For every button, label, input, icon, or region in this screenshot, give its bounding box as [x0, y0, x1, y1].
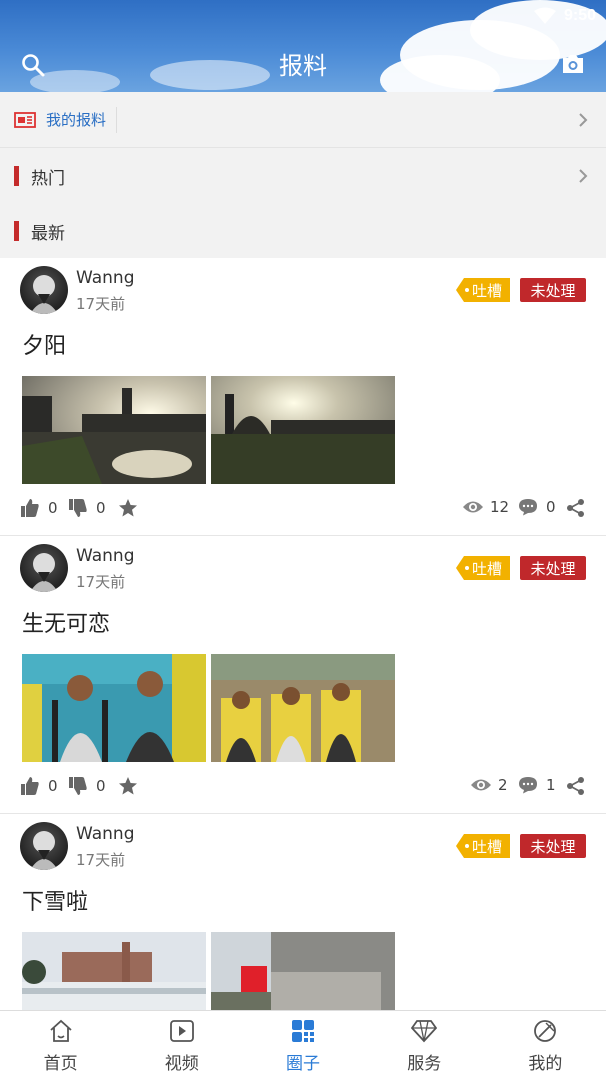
share-button[interactable] — [566, 776, 586, 796]
username: Wanng — [76, 268, 135, 288]
avatar[interactable] — [20, 544, 68, 592]
view-count: 2 — [470, 776, 508, 794]
hot-row[interactable]: 热门 — [0, 148, 606, 204]
my-reports-label: 我的报料 — [46, 111, 107, 129]
chevron-right-icon — [579, 112, 588, 127]
dislike-button[interactable]: 0 — [68, 498, 106, 518]
post-image[interactable] — [22, 376, 206, 484]
post-card[interactable]: Wanng 17天前 吐槽 未处理 夕阳 0 0 12 0 — [0, 258, 606, 536]
comment-button[interactable]: 0 — [518, 498, 556, 516]
video-icon — [169, 1020, 194, 1042]
nav-home[interactable]: 首页 — [0, 1011, 121, 1080]
page-title: 报料 — [279, 52, 327, 80]
favorite-button[interactable] — [118, 498, 138, 518]
nav-service[interactable]: 服务 — [364, 1011, 485, 1080]
post-image[interactable] — [211, 376, 395, 484]
comment-icon — [519, 499, 537, 516]
post-card[interactable]: Wanng 17天前 吐槽 未处理 下雪啦 — [0, 814, 606, 1010]
avatar[interactable] — [20, 266, 68, 314]
share-button[interactable] — [566, 498, 586, 518]
category-tag: 吐槽 — [456, 834, 510, 858]
thumbs-down-icon — [69, 499, 87, 517]
grid-icon — [292, 1020, 314, 1042]
post-feed[interactable]: Wanng 17天前 吐槽 未处理 夕阳 0 0 12 0 Wanng 17天前… — [0, 258, 606, 1010]
status-badge: 未处理 — [520, 834, 586, 858]
camera-button[interactable] — [560, 52, 590, 82]
post-title: 生无可恋 — [22, 612, 111, 637]
post-card[interactable]: Wanng 17天前 吐槽 未处理 生无可恋 0 0 2 1 — [0, 536, 606, 814]
status-badge: 未处理 — [520, 278, 586, 302]
post-time: 17天前 — [76, 851, 126, 869]
post-actions: 0 0 12 0 — [0, 498, 606, 524]
star-icon — [119, 499, 137, 517]
latest-row: 最新 — [0, 204, 606, 258]
bottom-navigation: 首页 视频 圈子 服务 我的 — [0, 1010, 606, 1080]
thumbs-up-icon — [21, 499, 39, 517]
my-reports-row[interactable]: 我的报料 — [0, 92, 606, 148]
category-tag: 吐槽 — [456, 556, 510, 580]
post-image[interactable] — [22, 654, 206, 762]
dislike-button[interactable]: 0 — [68, 776, 106, 796]
report-icon — [14, 111, 36, 128]
category-tag: 吐槽 — [456, 278, 510, 302]
latest-label: 最新 — [31, 223, 65, 244]
section-marker — [14, 221, 19, 241]
post-title: 下雪啦 — [22, 890, 89, 915]
post-actions: 0 0 2 1 — [0, 776, 606, 802]
star-icon — [119, 777, 137, 795]
camera-icon — [563, 55, 583, 73]
eye-icon — [463, 501, 483, 513]
thumbs-down-icon — [69, 777, 87, 795]
share-icon — [567, 499, 584, 517]
post-image[interactable] — [22, 932, 206, 1010]
app-header: 9:50 报料 — [0, 0, 606, 92]
like-button[interactable]: 0 — [20, 776, 58, 796]
share-icon — [567, 777, 584, 795]
comment-button[interactable]: 1 — [518, 776, 556, 794]
like-button[interactable]: 0 — [20, 498, 58, 518]
nav-circle[interactable]: 圈子 — [242, 1011, 363, 1080]
status-time: 9:50 — [563, 7, 596, 24]
section-marker — [14, 166, 19, 186]
post-image[interactable] — [211, 654, 395, 762]
username: Wanng — [76, 824, 135, 844]
post-time: 17天前 — [76, 573, 126, 591]
section-list: 我的报料 热门 最新 — [0, 92, 606, 258]
avatar[interactable] — [20, 822, 68, 870]
wifi-icon — [533, 7, 556, 24]
chevron-right-icon — [579, 169, 588, 183]
home-icon — [49, 1019, 72, 1042]
divider — [116, 106, 118, 133]
thumbs-up-icon — [21, 777, 39, 795]
post-title: 夕阳 — [22, 334, 67, 359]
profile-icon — [534, 1020, 557, 1042]
comment-icon — [519, 777, 537, 794]
favorite-button[interactable] — [118, 776, 138, 796]
view-count: 12 — [462, 498, 509, 516]
hot-label: 热门 — [31, 168, 65, 189]
status-bar: 9:50 — [533, 4, 596, 28]
status-badge: 未处理 — [520, 556, 586, 580]
nav-profile[interactable]: 我的 — [485, 1011, 606, 1080]
username: Wanng — [76, 546, 135, 566]
nav-video[interactable]: 视频 — [121, 1011, 242, 1080]
diamond-icon — [411, 1020, 438, 1043]
post-image[interactable] — [211, 932, 395, 1010]
post-time: 17天前 — [76, 295, 126, 313]
eye-icon — [471, 779, 491, 791]
